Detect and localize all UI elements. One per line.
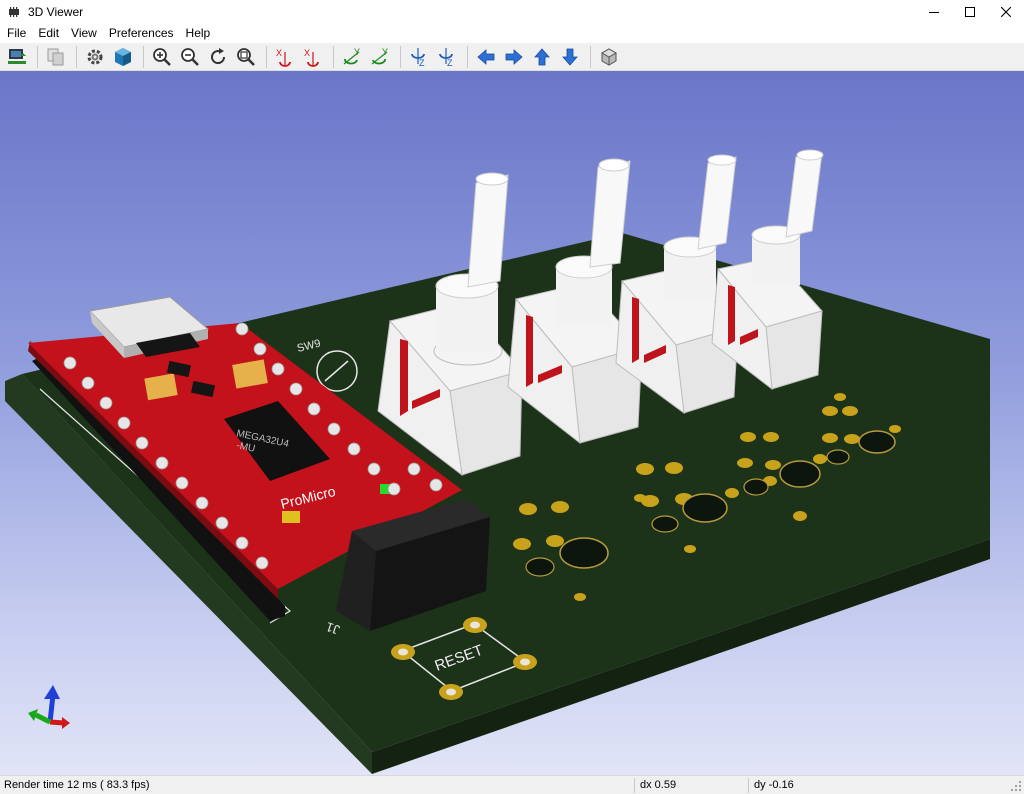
menu-view[interactable]: View (65, 24, 103, 43)
rotate-x-ccw-icon: X (304, 48, 319, 67)
close-icon (1001, 7, 1011, 17)
toolbar-separator (266, 45, 267, 68)
zoom-fit-button[interactable] (233, 44, 259, 70)
yellow-led (282, 511, 300, 523)
toolbar-separator (76, 45, 77, 68)
window-controls (916, 0, 1024, 24)
close-button[interactable] (988, 0, 1024, 24)
window-title: 3D Viewer (28, 5, 84, 19)
svg-text:X: X (276, 48, 282, 58)
minimize-button[interactable] (916, 0, 952, 24)
copy-image-button[interactable] (43, 44, 69, 70)
pan-right-button[interactable] (501, 44, 527, 70)
menu-bar: File Edit View Preferences Help (0, 24, 1024, 43)
raytracing-cube-icon (115, 47, 131, 66)
rotate-y-cw-button[interactable]: Y (339, 44, 365, 70)
pan-left-button[interactable] (473, 44, 499, 70)
rotate-z-ccw-icon: Z (439, 47, 453, 68)
zoom-in-button[interactable] (149, 44, 175, 70)
pcb-3d-scene: SW9 RESET J1 MEGA32U4 -MU ProMicro (5, 149, 990, 774)
zoom-out-button[interactable] (177, 44, 203, 70)
pan-left-icon (477, 48, 495, 65)
svg-text:Z: Z (419, 58, 425, 68)
pan-right-icon (505, 48, 523, 65)
svg-text:Z: Z (447, 58, 453, 68)
raytracing-button[interactable] (110, 44, 136, 70)
toolbar-separator (400, 45, 401, 68)
pan-down-button[interactable] (557, 44, 583, 70)
axis-gizmo (28, 685, 70, 729)
zoom-out-icon (181, 47, 199, 66)
rotate-x-ccw-button[interactable]: X (300, 44, 326, 70)
resize-grip-icon[interactable] (1010, 780, 1022, 792)
rotate-x-cw-button[interactable]: X (272, 44, 298, 70)
render-time-status: Render time 12 ms ( 83.3 fps) (4, 779, 150, 791)
toolbar: X X Y Y Z Z (0, 43, 1024, 71)
orthographic-button[interactable] (596, 44, 622, 70)
minimize-icon (929, 12, 939, 13)
maximize-button[interactable] (952, 0, 988, 24)
zoom-fit-icon (237, 47, 255, 66)
orthographic-cube-icon (600, 47, 618, 66)
redraw-button[interactable] (205, 44, 231, 70)
dx-status: dx 0.59 (640, 779, 677, 791)
rotate-y-ccw-icon: Y (371, 47, 388, 64)
reload-board-button[interactable] (4, 44, 30, 70)
rotate-y-cw-icon: Y (343, 47, 360, 64)
redraw-icon (211, 47, 226, 64)
rotate-z-cw-icon: Z (411, 47, 425, 68)
status-divider (634, 778, 635, 793)
status-divider (748, 778, 749, 793)
toolbar-separator (333, 45, 334, 68)
reload-board-icon (8, 48, 26, 64)
pan-up-icon (534, 47, 550, 65)
status-bar: Render time 12 ms ( 83.3 fps) dx 0.59 dy… (0, 775, 1024, 794)
svg-text:X: X (304, 48, 310, 58)
pan-down-icon (562, 48, 578, 66)
3d-canvas[interactable]: SW9 RESET J1 MEGA32U4 -MU ProMicro (0, 71, 1024, 775)
menu-edit[interactable]: Edit (32, 24, 65, 43)
toolbar-separator (467, 45, 468, 68)
menu-file[interactable]: File (0, 24, 32, 43)
pan-up-button[interactable] (529, 44, 555, 70)
toolbar-separator (37, 45, 38, 68)
rotate-z-cw-button[interactable]: Z (406, 44, 432, 70)
maximize-icon (965, 7, 975, 17)
copy-image-icon (47, 48, 64, 65)
menu-help[interactable]: Help (180, 24, 217, 43)
title-bar: 3D Viewer (0, 0, 1024, 24)
menu-preferences[interactable]: Preferences (103, 24, 180, 43)
settings-gear-icon (87, 49, 103, 64)
dy-status: dy -0.16 (754, 779, 794, 791)
settings-button[interactable] (82, 44, 108, 70)
zoom-in-icon (153, 47, 171, 66)
rotate-z-ccw-button[interactable]: Z (434, 44, 460, 70)
rotate-y-ccw-button[interactable]: Y (367, 44, 393, 70)
toolbar-separator (590, 45, 591, 68)
toolbar-separator (143, 45, 144, 68)
rotate-x-cw-icon: X (276, 48, 291, 67)
pcb-chip-icon (9, 7, 19, 17)
